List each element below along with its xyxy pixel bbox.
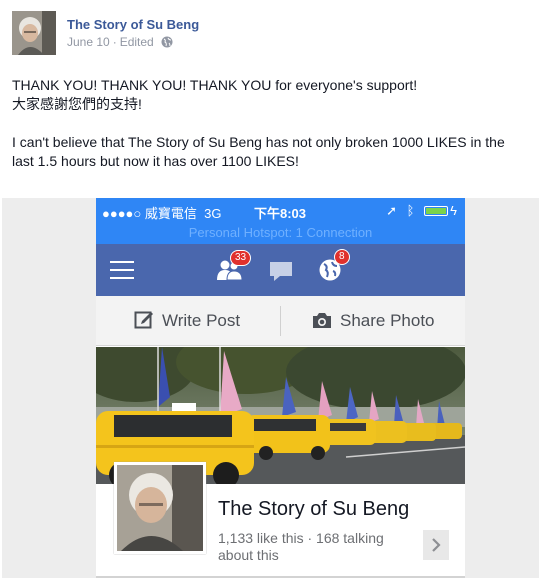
notifications-badge: 8 xyxy=(334,249,350,265)
post-meta: June 10 · Edited xyxy=(67,35,173,51)
post-text-line: last 1.5 hours but now it has over 1100 … xyxy=(12,153,299,169)
action-divider xyxy=(280,306,281,336)
post-body: THANK YOU! THANK YOU! THANK YOU for ever… xyxy=(12,76,532,171)
meta-separator: · xyxy=(112,35,117,49)
post-date[interactable]: June 10 xyxy=(67,35,110,49)
status-icons: ➚ ᛒ ϟ xyxy=(386,203,457,218)
messages-icon[interactable] xyxy=(268,260,294,287)
facebook-navbar: 33 8 xyxy=(96,244,465,296)
post-text-line: 大家感謝您們的支持! xyxy=(12,96,142,112)
personal-hotspot-banner[interactable]: Personal Hotspot: 1 Connection xyxy=(96,222,465,244)
share-photo-button[interactable]: Share Photo xyxy=(312,296,435,346)
page-name-link[interactable]: The Story of Su Beng xyxy=(67,17,199,32)
status-time: 下午8:03 xyxy=(254,206,307,221)
camera-icon xyxy=(313,313,331,328)
page-profile-picture[interactable] xyxy=(114,462,206,554)
globe-icon[interactable] xyxy=(161,36,173,51)
page-profile-row: The Story of Su Beng 1,133 like this · 1… xyxy=(96,462,465,578)
post-text-line: THANK YOU! THANK YOU! THANK YOU for ever… xyxy=(12,77,418,93)
post-photo-attachment[interactable]: ●●●●○ 威寶電信 3G 下午8:03 ➚ ᛒ ϟ Personal Hots… xyxy=(2,198,539,578)
page-avatar[interactable] xyxy=(12,11,56,55)
post-text-line: I can't believe that The Story of Su Ben… xyxy=(12,134,505,150)
phone-screenshot: ●●●●○ 威寶電信 3G 下午8:03 ➚ ᛒ ϟ Personal Hots… xyxy=(96,198,465,578)
chevron-right-icon[interactable] xyxy=(423,530,449,560)
post-header: The Story of Su Beng June 10 · Edited xyxy=(12,11,532,57)
bluetooth-icon: ᛒ xyxy=(406,203,415,218)
battery-icon xyxy=(424,206,449,216)
friend-requests-badge: 33 xyxy=(230,250,252,266)
carrier-label: ●●●●○ 威寶電信 3G xyxy=(102,206,222,221)
edited-link[interactable]: Edited xyxy=(120,35,154,49)
ios-status-bar: ●●●●○ 威寶電信 3G 下午8:03 ➚ ᛒ ϟ xyxy=(96,198,465,222)
page-like-stats: 1,133 like this · 168 talking about this xyxy=(218,530,384,563)
composer-action-bar: Write Post Share Photo xyxy=(96,296,465,346)
pencil-icon xyxy=(134,311,153,329)
location-arrow-icon: ➚ xyxy=(386,203,398,218)
page-title[interactable]: The Story of Su Beng xyxy=(218,498,409,521)
menu-icon[interactable] xyxy=(110,261,134,279)
write-post-button[interactable]: Write Post xyxy=(134,296,240,346)
